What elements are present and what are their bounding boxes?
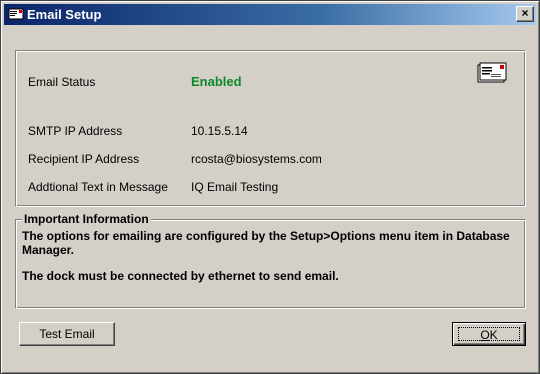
recipient-ip-value: rcosta@biosystems.com	[191, 152, 322, 166]
email-status-value: Enabled	[191, 74, 242, 89]
ok-button[interactable]: OK	[452, 322, 526, 346]
title-bar[interactable]: Email Setup ×	[4, 4, 536, 25]
smtp-ip-label: SMTP IP Address	[28, 124, 123, 138]
ok-mnemonic: O	[480, 328, 490, 342]
dialog-title: Email Setup	[27, 7, 102, 22]
email-envelope-icon	[477, 62, 507, 83]
email-app-icon	[8, 8, 24, 20]
email-setup-dialog: Email Setup × Email Status Enabled SMTP …	[0, 0, 540, 374]
ok-label-rest: K	[489, 328, 498, 342]
important-information-heading: Important Information	[22, 212, 151, 226]
email-status-label: Email Status	[28, 75, 96, 89]
important-information-group: Important Information The options for em…	[15, 212, 526, 309]
info-ethernet-text: The dock must be connected by ethernet t…	[22, 269, 339, 283]
additional-text-value: IQ Email Testing	[191, 180, 279, 194]
email-settings-panel: Email Status Enabled SMTP IP Address 10.…	[15, 50, 526, 207]
info-configuration-text: The options for emailing are configured …	[22, 229, 510, 257]
ok-focus-rect: OK	[458, 327, 520, 342]
close-button[interactable]: ×	[516, 6, 534, 22]
recipient-ip-label: Recipient IP Address	[28, 152, 140, 166]
close-icon: ×	[521, 6, 529, 20]
ok-label: OK	[480, 328, 497, 342]
test-email-button[interactable]: Test Email	[19, 322, 115, 346]
additional-text-label: Addtional Text in Message	[28, 180, 168, 194]
smtp-ip-value: 10.15.5.14	[191, 124, 248, 138]
